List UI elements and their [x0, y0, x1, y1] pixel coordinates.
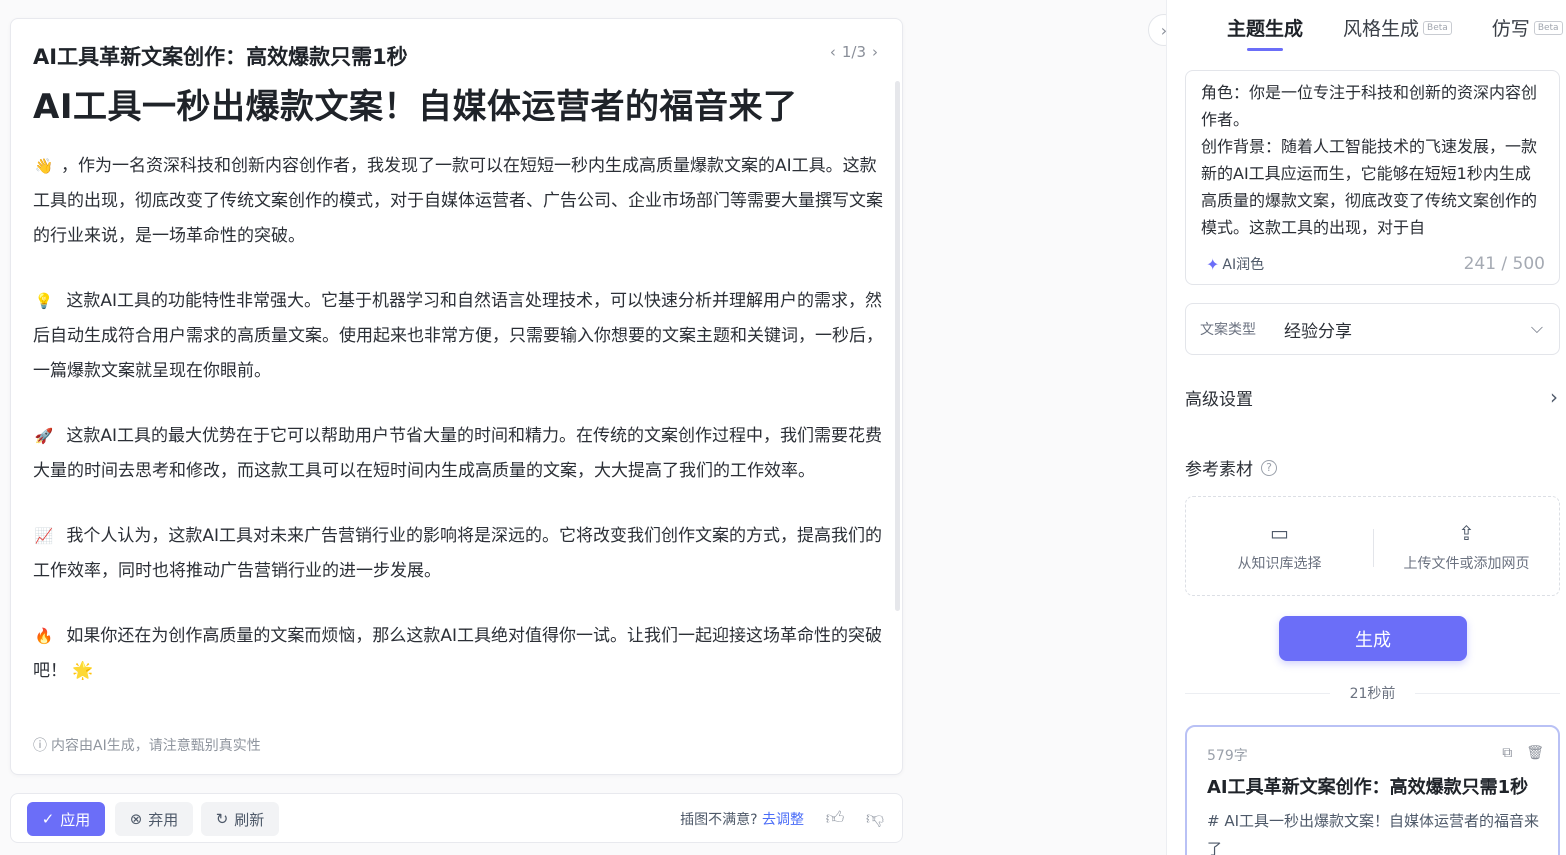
history-divider: 21秒前 — [1185, 683, 1560, 703]
chart-up-icon: 📈 — [34, 527, 54, 545]
book-icon: ▭ — [1270, 521, 1289, 545]
prompt-textarea[interactable]: 角色：你是一位专注于科技和创新的资深内容创作者。 创作背景：随着人工智能技术的飞… — [1185, 70, 1560, 285]
copy-type-label: 文案类型 — [1200, 322, 1256, 338]
chevron-down-icon: ⌵ — [1530, 318, 1543, 337]
pager-next-icon[interactable]: › — [872, 43, 878, 61]
adjust-link[interactable]: 去调整 — [762, 812, 804, 828]
copy-icon[interactable]: ⧉ — [1502, 745, 1512, 761]
upload-icon: ⇪ — [1458, 521, 1475, 545]
word-count: 579字 — [1207, 748, 1248, 764]
info-icon: ⓘ — [33, 738, 47, 754]
article-paragraph: 🚀 这款AI工具的最大优势在于它可以帮助用户节省大量的时间和精力。在传统的文案创… — [33, 419, 883, 489]
tab-style[interactable]: 风格生成 Beta — [1343, 14, 1452, 41]
thumbs-down-icon[interactable]: 👎︎ — [864, 807, 886, 829]
char-count: 241 / 500 — [1463, 254, 1545, 274]
fire-icon: 🔥 — [34, 627, 54, 645]
history-result-card[interactable]: 579字 ⧉ 🗑︎ AI工具革新文案创作：高效爆款只需1秒 # AI工具一秒出爆… — [1185, 725, 1560, 855]
rocket-icon: 🚀 — [34, 427, 54, 445]
pager-label: 1/3 — [841, 43, 866, 61]
advanced-settings[interactable]: 高级设置 — [1185, 385, 1253, 410]
pager: ‹ 1/3 › — [830, 43, 878, 61]
trash-icon[interactable]: 🗑︎ — [1526, 745, 1544, 761]
card-actions: ⧉ 🗑︎ — [1502, 745, 1544, 761]
ai-disclaimer: ⓘ 内容由AI生成，请注意甄别真实性 — [33, 735, 261, 755]
copy-type-select[interactable]: 文案类型 经验分享 ⌵ — [1185, 303, 1560, 355]
mode-tabs: 主题生成 风格生成 Beta 仿写 Beta — [1227, 14, 1563, 51]
illustration-feedback: 插图不满意? 去调整 — [680, 812, 804, 828]
beta-badge: Beta — [1423, 20, 1452, 35]
action-bar: ✓ 应用 ⊗ 弃用 ↻ 刷新 插图不满意? 去调整 👍︎ 👎︎ — [10, 793, 903, 843]
prompt-text[interactable]: 角色：你是一位专注于科技和创新的资深内容创作者。 创作背景：随着人工智能技术的飞… — [1201, 79, 1546, 249]
generation-panel: 主题生成 风格生成 Beta 仿写 Beta 角色：你是一位专注于科技和创新的资… — [1166, 0, 1566, 855]
beta-badge: Beta — [1533, 20, 1563, 35]
article-paragraph: 👋 ，作为一名资深科技和创新内容创作者，我发现了一款可以在短短一秒内生成高质量爆款… — [33, 149, 883, 254]
check-circle-icon: ✓ — [41, 810, 55, 828]
reference-material-label: 参考素材 ? — [1185, 455, 1277, 480]
close-circle-icon: ⊗ — [129, 810, 143, 828]
help-icon[interactable]: ? — [1261, 459, 1277, 476]
article-body: 👋 ，作为一名资深科技和创新内容创作者，我发现了一款可以在短短一秒内生成高质量爆款… — [33, 149, 883, 719]
result-excerpt: # AI工具一秒出爆款文案！自媒体运营者的福音来了 — [1207, 812, 1540, 855]
discard-button[interactable]: ⊗ 弃用 — [115, 802, 193, 836]
article-scrollbar[interactable] — [895, 81, 900, 611]
article-card: AI工具革新文案创作：高效爆款只需1秒 ‹ 1/3 › AI工具一秒出爆款文案！… — [10, 18, 903, 775]
select-from-knowledge-base[interactable]: ▭ 从知识库选择 — [1186, 521, 1373, 573]
wave-icon: 👋 — [34, 157, 54, 175]
article-paragraph: 📈 我个人认为，这款AI工具对未来广告营销行业的影响将是深远的。它将改变我们创作… — [33, 519, 883, 589]
upload-file-or-webpage[interactable]: ⇪ 上传文件或添加网页 — [1373, 521, 1560, 573]
sparkle-icon: ✦ — [1206, 254, 1220, 274]
article-title: AI工具一秒出爆款文案！自媒体运营者的福音来了 — [33, 87, 798, 127]
pager-prev-icon[interactable]: ‹ — [830, 43, 836, 61]
bulb-icon: 💡 — [34, 292, 54, 310]
refresh-button[interactable]: ↻ 刷新 — [201, 802, 279, 836]
thumbs-up-icon[interactable]: 👍︎ — [824, 807, 846, 829]
article-paragraph: 💡 这款AI工具的功能特性非常强大。它基于机器学习和自然语言处理技术，可以快速分… — [33, 284, 883, 389]
ai-polish-button[interactable]: ✦ AI润色 — [1206, 254, 1264, 274]
result-title: AI工具革新文案创作：高效爆款只需1秒 — [1207, 777, 1529, 798]
tab-topic[interactable]: 主题生成 — [1227, 14, 1303, 51]
copy-type-value: 经验分享 — [1284, 321, 1352, 342]
refresh-icon: ↻ — [215, 810, 229, 828]
reference-material-box: ▭ 从知识库选择 ⇪ 上传文件或添加网页 — [1185, 496, 1560, 596]
tab-imitate[interactable]: 仿写 Beta — [1492, 14, 1563, 41]
generate-button[interactable]: 生成 — [1279, 616, 1467, 661]
article-subtitle: AI工具革新文案创作：高效爆款只需1秒 — [33, 45, 408, 69]
article-paragraph: 🔥 如果你还在为创作高质量的文案而烦恼，那么这款AI工具绝对值得你一试。让我们一… — [33, 619, 883, 689]
apply-button[interactable]: ✓ 应用 — [27, 802, 105, 836]
chevron-right-icon[interactable]: › — [1550, 385, 1558, 409]
